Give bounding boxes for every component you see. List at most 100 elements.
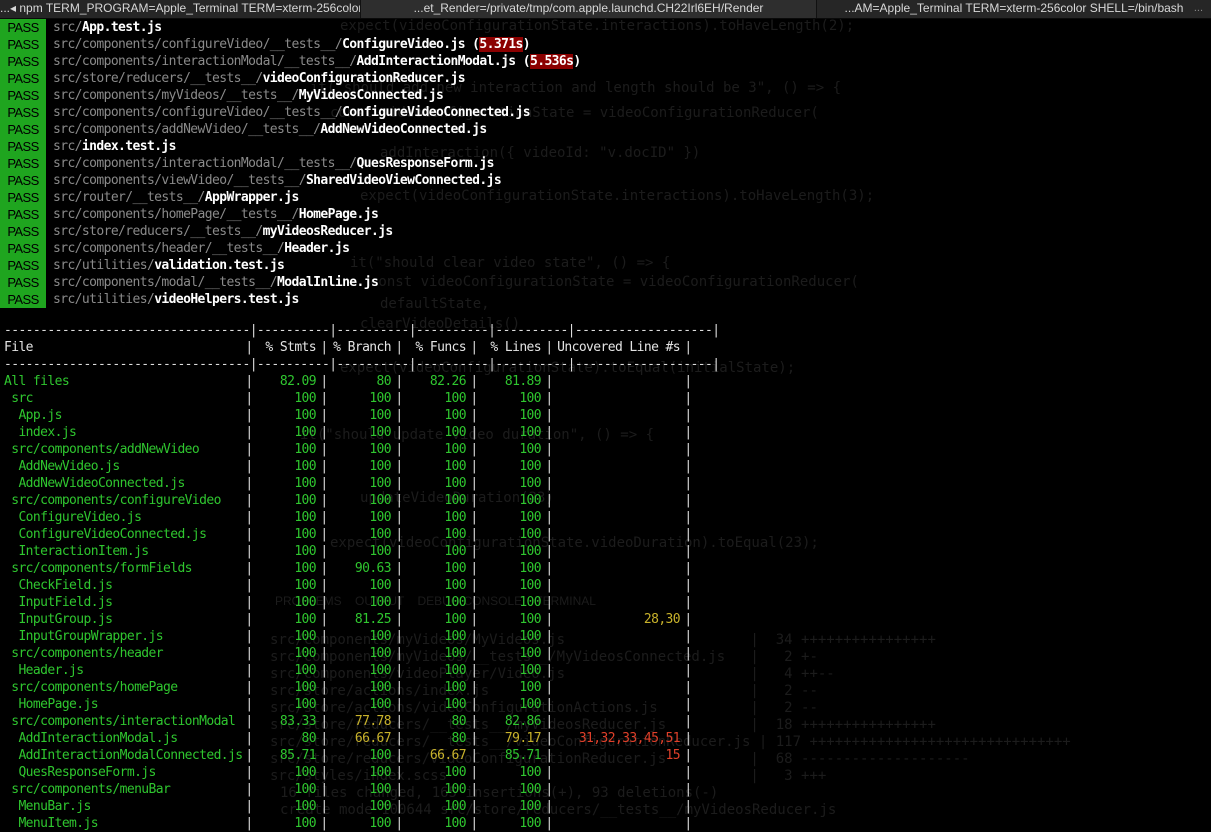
test-dir: src/components/interactionModal/__tests_… xyxy=(53,54,357,69)
col-separator: | xyxy=(320,476,328,491)
coverage-lines: 100 xyxy=(519,391,541,406)
test-result-row: PASS src/utilities/validation.test.js xyxy=(0,257,1211,274)
coverage-lines: 81.89 xyxy=(504,374,542,389)
col-separator: | xyxy=(245,663,253,678)
coverage-stmts: 100 xyxy=(294,799,316,814)
col-separator: | xyxy=(320,374,328,389)
col-separator: | xyxy=(245,476,253,491)
pass-badge: PASS xyxy=(0,172,46,189)
col-separator: | xyxy=(245,442,253,457)
coverage-stmts: 100 xyxy=(294,493,316,508)
coverage-branch: 100 xyxy=(369,680,391,695)
coverage-lines: 100 xyxy=(519,629,541,644)
coverage-stmts: 100 xyxy=(294,697,316,712)
coverage-row: src | 100 | 100 | 100 | 100 | | xyxy=(4,390,719,407)
coverage-stmts: 100 xyxy=(294,391,316,406)
coverage-stmts: 83.33 xyxy=(279,714,317,729)
coverage-uncovered-lines xyxy=(553,407,684,424)
coverage-row: src/components/homePage | 100 | 100 | 100 | 100 |… xyxy=(4,679,719,696)
coverage-row: AddInteractionModal.js | 80 | 66.67 | 80 | 79.17… xyxy=(4,730,719,747)
coverage-stmts: 100 xyxy=(294,442,316,457)
test-file: videoHelpers.test.js xyxy=(154,292,299,307)
col-separator: | xyxy=(395,748,403,763)
coverage-branch: 100 xyxy=(369,425,391,440)
coverage-row: AddInteractionModalConnected.js | 85.71 | 10… xyxy=(4,747,719,764)
coverage-lines: 85.71 xyxy=(504,748,542,763)
coverage-uncovered-lines xyxy=(553,373,684,390)
coverage-funcs: 80 xyxy=(451,731,467,746)
coverage-file: index.js xyxy=(4,425,77,440)
coverage-lines: 100 xyxy=(519,544,541,559)
col-separator: | xyxy=(470,782,478,797)
coverage-row: src/components/formFields | 100 | 90.63 | 100 |… xyxy=(4,560,719,577)
terminal-tab-bar: ...◂ npm TERM_PROGRAM=Apple_Terminal TER… xyxy=(0,0,1211,19)
coverage-stmts: 100 xyxy=(294,646,316,661)
col-separator: | xyxy=(245,408,253,423)
col-separator: | xyxy=(684,425,692,440)
col-separator: | xyxy=(470,459,478,474)
test-result-row: PASS src/components/configureVideo/__test… xyxy=(0,36,1211,53)
test-dir: src/components/homePage/__tests__/ xyxy=(53,207,299,222)
test-result-row: PASS src/components/addNewVideo/__tests__… xyxy=(0,121,1211,138)
coverage-funcs: 100 xyxy=(444,765,466,780)
col-separator: | xyxy=(545,646,553,661)
col-separator: | xyxy=(245,748,253,763)
test-result-row: PASS src/components/header/__tests__/Head… xyxy=(0,240,1211,257)
col-separator: | xyxy=(545,799,553,814)
col-separator: | xyxy=(395,578,403,593)
terminal-tab-render[interactable]: ...et_Render=/private/tmp/com.apple.laun… xyxy=(361,0,817,18)
coverage-file: QuesResponseForm.js xyxy=(4,765,156,780)
col-separator: | xyxy=(684,612,692,627)
col-separator: | xyxy=(245,578,253,593)
coverage-stmts: 100 xyxy=(294,544,316,559)
col-separator: | xyxy=(545,374,553,389)
test-result-row: PASS src/components/modal/__tests__/Modal… xyxy=(0,274,1211,291)
col-separator: | xyxy=(545,425,553,440)
pass-badge: PASS xyxy=(0,240,46,257)
test-file: index.test.js xyxy=(81,139,177,154)
col-separator: | xyxy=(470,765,478,780)
col-separator: | xyxy=(320,663,328,678)
col-separator: | xyxy=(470,646,478,661)
col-separator: | xyxy=(684,697,692,712)
col-separator: | xyxy=(684,629,692,644)
coverage-file: AddInteractionModalConnected.js xyxy=(4,748,243,763)
col-separator: | xyxy=(684,340,692,355)
terminal-tab-npm[interactable]: ...◂ npm TERM_PROGRAM=Apple_Terminal TER… xyxy=(0,0,361,18)
coverage-stmts: 100 xyxy=(294,476,316,491)
coverage-uncovered-lines xyxy=(553,713,684,730)
test-dir: src/components/configureVideo/__tests__/ xyxy=(53,37,343,52)
terminal-tab-bash[interactable]: ...AM=Apple_Terminal TERM=xterm-256color… xyxy=(817,0,1211,18)
col-separator: | xyxy=(320,748,328,763)
coverage-branch: 81.25 xyxy=(354,612,392,627)
coverage-file: ConfigureVideoConnected.js xyxy=(4,527,207,542)
col-separator: | xyxy=(245,612,253,627)
col-separator: | xyxy=(395,493,403,508)
coverage-funcs: 100 xyxy=(444,697,466,712)
col-separator: | xyxy=(545,561,553,576)
coverage-funcs: 100 xyxy=(444,561,466,576)
coverage-row: src/components/configureVideo | 100 | 100 | 10… xyxy=(4,492,719,509)
col-separator: | xyxy=(395,595,403,610)
col-separator: | xyxy=(545,578,553,593)
col-separator: | xyxy=(470,731,478,746)
col-separator: | xyxy=(395,816,403,831)
test-dir: src/components/addNewVideo/__tests__/ xyxy=(53,122,321,137)
col-separator: | xyxy=(470,561,478,576)
coverage-lines: 100 xyxy=(519,561,541,576)
pass-badge: PASS xyxy=(0,257,46,274)
col-separator: | xyxy=(545,697,553,712)
test-result-row: PASS src/components/viewVideo/__tests__/S… xyxy=(0,172,1211,189)
test-dir: src/utilities/ xyxy=(53,258,155,273)
col-separator: | xyxy=(470,544,478,559)
coverage-row: QuesResponseForm.js | 100 | 100 | 100 | 100 | | xyxy=(4,764,719,781)
test-dir: src/store/reducers/__tests__/ xyxy=(53,224,263,239)
col-separator: | xyxy=(320,714,328,729)
coverage-row: AddNewVideoConnected.js | 100 | 100 | 100 | 100 |… xyxy=(4,475,719,492)
col-separator: | xyxy=(395,731,403,746)
col-separator: | xyxy=(470,595,478,610)
pass-badge: PASS xyxy=(0,87,46,104)
coverage-branch: 100 xyxy=(369,816,391,831)
coverage-stmts: 100 xyxy=(294,680,316,695)
coverage-lines: 100 xyxy=(519,799,541,814)
